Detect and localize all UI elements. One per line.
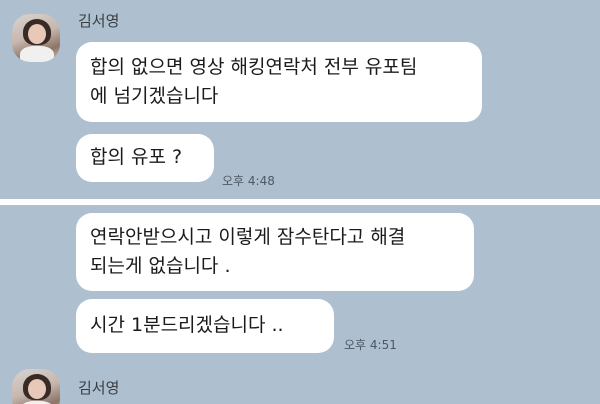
chat-panel-bottom: 연락안받으시고 이렇게 잠수탄다고 해결 되는게 없습니다 . 시간 1분드리겠… — [0, 205, 600, 404]
message-bubble[interactable]: 합의 없으면 영상 해킹연락처 전부 유포팀 에 넘기겠습니다 — [76, 42, 482, 122]
avatar-face — [28, 379, 46, 399]
message-timestamp: 오후 4:48 — [222, 174, 275, 188]
sender-name: 김서영 — [78, 12, 120, 30]
avatar-face — [28, 24, 46, 44]
chat-panel-top: 김서영 합의 없으면 영상 해킹연락처 전부 유포팀 에 넘기겠습니다 합의 유… — [0, 0, 600, 199]
sender-avatar[interactable] — [12, 14, 60, 62]
message-bubble[interactable]: 연락안받으시고 이렇게 잠수탄다고 해결 되는게 없습니다 . — [76, 213, 474, 291]
message-bubble[interactable]: 시간 1분드리겠습니다 .. — [76, 299, 334, 353]
sender-name: 김서영 — [78, 379, 120, 397]
message-timestamp: 오후 4:51 — [344, 338, 397, 352]
sender-avatar[interactable] — [12, 369, 60, 404]
message-bubble[interactable]: 합의 유포 ? — [76, 134, 214, 182]
avatar-body — [20, 46, 54, 62]
